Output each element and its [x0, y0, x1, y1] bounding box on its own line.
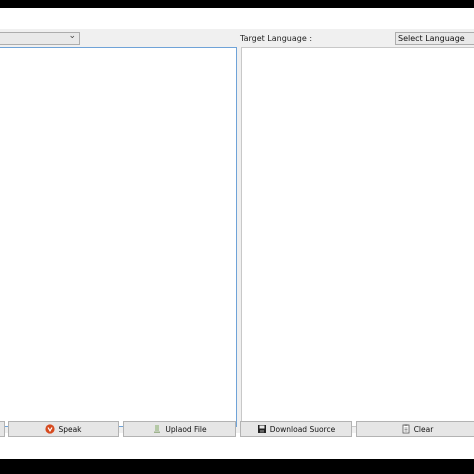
speak-button[interactable]: Speak	[8, 421, 119, 437]
source-text-area[interactable]	[0, 47, 237, 427]
speak-label: Speak	[58, 424, 82, 434]
source-language-select[interactable]: ⌄	[0, 31, 80, 45]
download-source-button[interactable]: Download Suorce	[240, 421, 352, 437]
target-language-value: Select Language	[398, 34, 465, 43]
upload-label: Uplaod File	[165, 424, 207, 434]
target-language-label: Target Language :	[240, 34, 313, 43]
download-icon	[257, 425, 266, 433]
partial-button[interactable]	[0, 421, 5, 437]
download-label: Download Suorce	[269, 424, 336, 434]
target-language-select[interactable]: Select Language	[395, 32, 474, 45]
clear-icon	[402, 424, 410, 434]
upload-icon	[154, 425, 161, 433]
upload-file-button[interactable]: Uplaod File	[123, 421, 236, 437]
chevron-down-icon: ⌄	[68, 31, 76, 41]
speaker-icon	[45, 424, 56, 434]
target-text-area[interactable]	[241, 47, 474, 427]
clear-label: Clear	[413, 424, 434, 434]
clear-button[interactable]: Clear	[356, 421, 474, 437]
